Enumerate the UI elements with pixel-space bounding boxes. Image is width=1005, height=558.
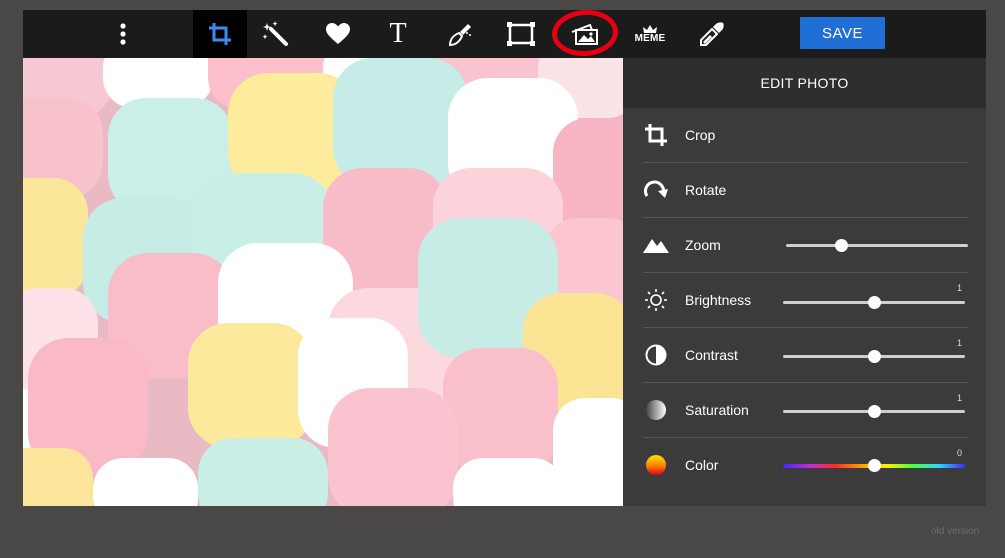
contrast-value: 1 [957,338,963,348]
tool-row-color: Color 0 [643,438,968,492]
draw-tool-button[interactable] [433,10,487,58]
tool-row-brightness: Brightness 1 [643,273,968,328]
overlay-tool-button[interactable] [558,10,612,58]
contrast-icon [645,344,667,366]
save-button[interactable]: SAVE [800,17,885,49]
color-slider[interactable] [783,459,965,472]
contrast-slider-thumb[interactable] [868,350,881,363]
tool-label-crop: Crop [685,127,716,143]
tool-row-saturation: Saturation 1 [643,383,968,438]
meme-label: MEME [634,32,666,44]
enhance-tool-button[interactable] [249,10,303,58]
tool-label-color: Color [685,457,719,473]
sun-icon [645,289,667,311]
panel-title: EDIT PHOTO [623,58,986,108]
stickers-tool-button[interactable] [311,10,365,58]
draw-brush-icon [448,24,471,47]
frame-icon [507,22,535,46]
saturation-value: 1 [957,393,963,403]
top-toolbar: T MEME SAVE [23,7,986,59]
tool-label-saturation: Saturation [685,402,749,418]
meme-tool-button[interactable]: MEME [623,10,677,58]
overlay-images-icon [571,23,598,45]
color-slider-thumb[interactable] [868,459,881,472]
meme-icon: MEME [634,24,666,44]
old-version-link[interactable]: old version [931,526,979,537]
candy-photo [23,58,623,506]
tool-row-zoom: Zoom [643,218,968,273]
brightness-value: 1 [957,283,963,293]
saturation-slider[interactable] [783,405,965,418]
color-value: 0 [957,448,963,458]
zoom-slider-thumb[interactable] [834,239,848,252]
contrast-slider[interactable] [783,350,965,363]
saturation-slider-thumb[interactable] [868,405,881,418]
photo-canvas[interactable] [23,58,623,506]
crop-icon [645,124,667,146]
rotate-icon [644,180,668,198]
heart-icon [326,23,350,44]
saturation-icon [646,400,666,420]
tool-row-rotate[interactable]: Rotate [643,163,968,218]
zoom-slider[interactable] [786,239,968,252]
text-icon: T [389,18,407,49]
zoom-mountain-icon [643,239,669,253]
crop-icon [209,23,231,45]
tool-label-zoom: Zoom [685,237,721,253]
more-vertical-icon [120,23,126,45]
more-menu-button[interactable] [96,10,150,58]
eyedropper-tool-button[interactable] [685,10,739,58]
text-tool-button[interactable]: T [371,10,425,58]
frame-tool-button[interactable] [494,10,548,58]
tool-row-contrast: Contrast 1 [643,328,968,383]
eyedropper-icon [700,22,724,46]
tool-label-brightness: Brightness [685,292,752,308]
tool-row-crop[interactable]: Crop [643,108,968,163]
tool-label-rotate: Rotate [685,182,727,198]
tool-label-contrast: Contrast [685,347,738,363]
crop-tool-button[interactable] [193,10,247,58]
brightness-slider-thumb[interactable] [868,296,881,309]
edit-photo-panel: EDIT PHOTO Crop Rotate Zoom Brightness 1… [623,58,986,506]
color-icon [646,455,666,475]
brightness-slider[interactable] [783,296,965,309]
magic-wand-icon [263,21,288,46]
